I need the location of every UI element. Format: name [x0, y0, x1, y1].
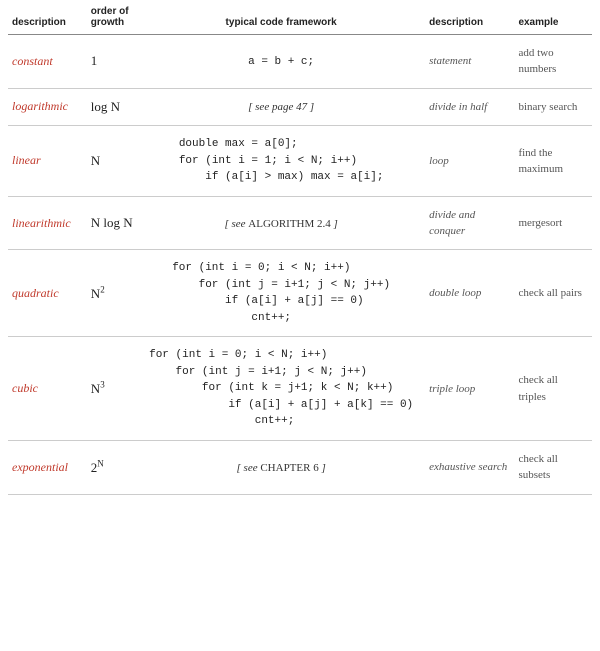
order-text: N [91, 153, 100, 168]
main-table-container: description order of growth typical code… [0, 0, 600, 495]
complexity-label: constant [12, 54, 53, 68]
order-value-quadratic: N2 [87, 250, 145, 337]
order-value-constant: 1 [87, 35, 145, 89]
header-row: description order of growth typical code… [8, 0, 592, 35]
header-code: typical code framework [145, 0, 417, 35]
order-text: log N [91, 99, 120, 114]
ref-bracket-close: ] [331, 218, 338, 230]
complexity-label: logarithmic [12, 99, 68, 113]
header-order: order of growth [87, 0, 145, 35]
desc2-text: statement [429, 55, 471, 67]
example-text: check all subsets [518, 453, 557, 481]
table-row: linear Ndouble max = a[0]; for (int i = 1… [8, 126, 592, 197]
ref-name: CHAPTER 6 [260, 462, 318, 474]
table-row: cubic N3 for (int i = 0; i < N; i++) for (… [8, 337, 592, 441]
code-cell-linearithmic: [ see ALGORITHM 2.4 ] [145, 196, 417, 250]
complexity-label: exponential [12, 460, 68, 474]
example-text: add two numbers [518, 47, 556, 75]
example-quadratic: check all pairs [514, 250, 592, 337]
row-label-linear: linear [8, 126, 87, 197]
order-text: N3 [91, 381, 105, 396]
order-value-cubic: N3 [87, 337, 145, 441]
example-exponential: check all subsets [514, 440, 592, 494]
table-row: constant 1 a = b + c; statement add two numb… [8, 35, 592, 89]
order-value-linearithmic: N log N [87, 196, 145, 250]
code-cell-cubic: for (int i = 0; i < N; i++) for (int j =… [145, 337, 417, 441]
row-label-linearithmic: linearithmic [8, 196, 87, 250]
example-text: find the maximum [518, 147, 563, 175]
desc2-text: loop [429, 155, 449, 167]
table-row: logarithmic log N [ see page 47 ] divide in… [8, 88, 592, 125]
ref-bracket-close: ] [319, 462, 326, 474]
complexity-label: linearithmic [12, 216, 71, 230]
code-text: for (int i = 0; i < N; i++) for (int j =… [172, 260, 390, 326]
table-row: linearithmic N log N [ see ALGORITHM 2.4 ]… [8, 196, 592, 250]
example-linear: find the maximum [514, 126, 592, 197]
example-text: mergesort [518, 217, 562, 229]
row-label-logarithmic: logarithmic [8, 88, 87, 125]
code-cell-constant: a = b + c; [145, 35, 417, 89]
code-text: double max = a[0]; for (int i = 1; i < N… [179, 136, 384, 186]
see-reference: [ see ALGORITHM 2.4 ] [224, 218, 337, 230]
desc2-linear: loop [417, 126, 514, 197]
desc2-linearithmic: divide and conquer [417, 196, 514, 250]
table-body: constant 1 a = b + c; statement add two numb… [8, 35, 592, 495]
desc2-text: exhaustive search [429, 461, 507, 473]
row-label-constant: constant [8, 35, 87, 89]
order-value-exponential: 2N [87, 440, 145, 494]
row-label-exponential: exponential [8, 440, 87, 494]
ref-name: ALGORITHM 2.4 [248, 218, 331, 230]
code-text: for (int i = 0; i < N; i++) for (int j =… [149, 347, 413, 430]
header-description: description [8, 0, 87, 35]
desc2-quadratic: double loop [417, 250, 514, 337]
ref-bracket: [ see [224, 218, 248, 230]
desc2-cubic: triple loop [417, 337, 514, 441]
complexity-label: linear [12, 153, 41, 167]
desc2-text: divide and conquer [429, 209, 475, 237]
example-constant: add two numbers [514, 35, 592, 89]
row-label-quadratic: quadratic [8, 250, 87, 337]
desc2-text: double loop [429, 287, 481, 299]
example-logarithmic: binary search [514, 88, 592, 125]
order-value-linear: N [87, 126, 145, 197]
order-text: N2 [91, 286, 105, 301]
desc2-constant: statement [417, 35, 514, 89]
order-text: N log N [91, 215, 133, 230]
complexity-label: quadratic [12, 286, 59, 300]
code-cell-quadratic: for (int i = 0; i < N; i++) for (int j =… [145, 250, 417, 337]
see-reference: [ see page 47 ] [248, 101, 314, 113]
example-text: check all pairs [518, 287, 582, 299]
complexity-table: description order of growth typical code… [8, 0, 592, 495]
desc2-text: divide in half [429, 101, 487, 113]
desc2-text: triple loop [429, 383, 475, 395]
desc2-exponential: exhaustive search [417, 440, 514, 494]
header-example: example [514, 0, 592, 35]
complexity-label: cubic [12, 381, 38, 395]
ref-bracket: [ see [237, 462, 261, 474]
table-row: quadratic N2 for (int i = 0; i < N; i++) f… [8, 250, 592, 337]
header-description2: description [417, 0, 514, 35]
code-cell-exponential: [ see CHAPTER 6 ] [145, 440, 417, 494]
example-linearithmic: mergesort [514, 196, 592, 250]
row-label-cubic: cubic [8, 337, 87, 441]
code-cell-logarithmic: [ see page 47 ] [145, 88, 417, 125]
table-row: exponential 2N [ see CHAPTER 6 ] exhaustive… [8, 440, 592, 494]
see-reference: [ see CHAPTER 6 ] [237, 462, 326, 474]
order-value-logarithmic: log N [87, 88, 145, 125]
desc2-logarithmic: divide in half [417, 88, 514, 125]
example-cubic: check all triples [514, 337, 592, 441]
example-text: binary search [518, 101, 577, 113]
example-text: check all triples [518, 374, 557, 402]
code-cell-linear: double max = a[0]; for (int i = 1; i < N… [145, 126, 417, 197]
order-text: 1 [91, 53, 98, 68]
code-text: a = b + c; [248, 54, 314, 71]
order-text: 2N [91, 460, 104, 475]
